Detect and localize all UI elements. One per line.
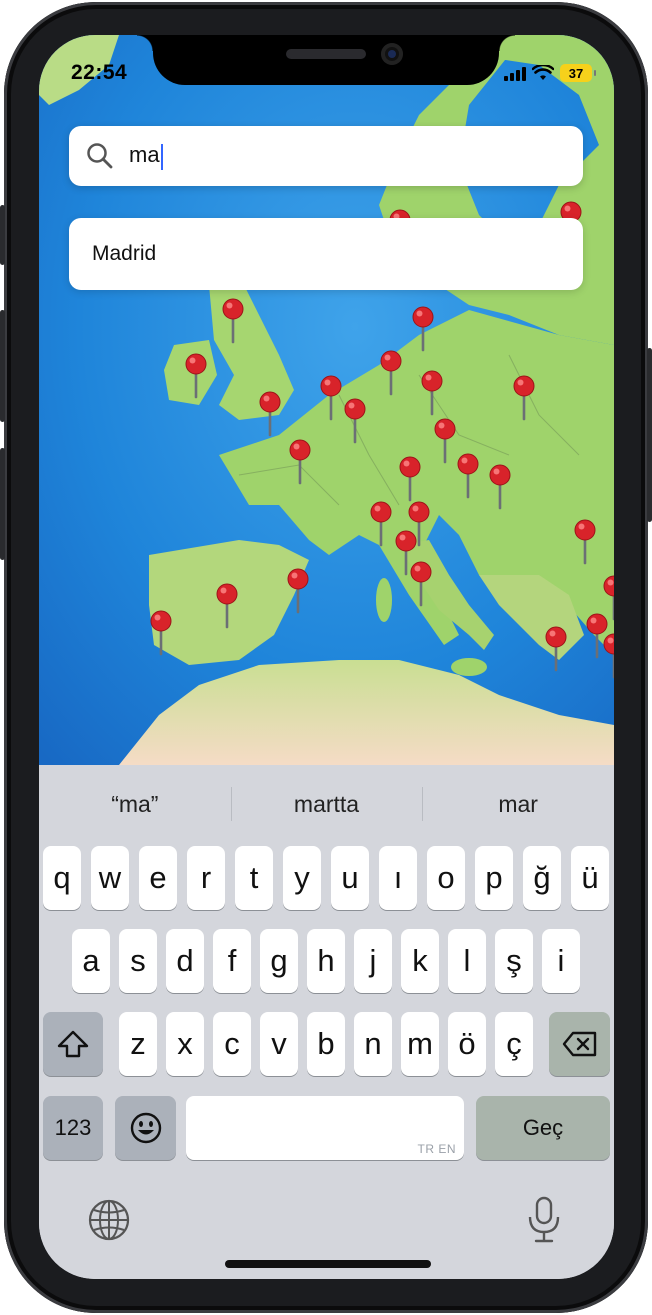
key-o[interactable]: o bbox=[427, 846, 465, 910]
key-s[interactable]: s bbox=[119, 929, 157, 993]
map-pin-icon[interactable] bbox=[319, 375, 343, 421]
numbers-key[interactable]: 123 bbox=[43, 1096, 103, 1160]
emoji-key[interactable] bbox=[115, 1096, 176, 1160]
keyboard: “ma” martta mar 123 TR EN Geç q w e r t … bbox=[39, 765, 614, 1279]
text-caret bbox=[160, 143, 163, 170]
key-w[interactable]: w bbox=[91, 846, 129, 910]
wifi-icon bbox=[532, 65, 554, 80]
volume-down-button bbox=[0, 448, 5, 560]
map-pin-icon[interactable] bbox=[433, 418, 457, 464]
key-e[interactable]: e bbox=[139, 846, 177, 910]
prediction-1[interactable]: “ma” bbox=[39, 783, 231, 825]
map-pin-icon[interactable] bbox=[409, 561, 433, 607]
map-pin-icon[interactable] bbox=[602, 633, 614, 679]
map-pin-icon[interactable] bbox=[420, 370, 444, 416]
prediction-2[interactable]: martta bbox=[230, 783, 423, 825]
map-pin-icon[interactable] bbox=[184, 353, 208, 399]
key-a[interactable]: a bbox=[72, 929, 110, 993]
map-pin-icon[interactable] bbox=[379, 350, 403, 396]
key-ş[interactable]: ş bbox=[495, 929, 533, 993]
map-pin-icon[interactable] bbox=[488, 464, 512, 510]
return-key[interactable]: Geç bbox=[476, 1096, 610, 1160]
map-pin-icon[interactable] bbox=[398, 456, 422, 502]
key-ü[interactable]: ü bbox=[571, 846, 609, 910]
key-m[interactable]: m bbox=[401, 1012, 439, 1076]
space-key[interactable]: TR EN bbox=[186, 1096, 464, 1160]
suggestion-item[interactable]: Madrid bbox=[92, 242, 156, 266]
key-n[interactable]: n bbox=[354, 1012, 392, 1076]
key-z[interactable]: z bbox=[119, 1012, 157, 1076]
front-camera bbox=[381, 43, 403, 65]
key-x[interactable]: x bbox=[166, 1012, 204, 1076]
key-k[interactable]: k bbox=[401, 929, 439, 993]
key-q[interactable]: q bbox=[43, 846, 81, 910]
prediction-3[interactable]: mar bbox=[422, 783, 614, 825]
volume-up-button bbox=[0, 310, 5, 422]
search-input[interactable]: ma bbox=[129, 142, 163, 170]
map-pin-icon[interactable] bbox=[221, 298, 245, 344]
home-indicator[interactable] bbox=[225, 1260, 431, 1268]
emoji-icon bbox=[130, 1112, 161, 1144]
shift-key[interactable] bbox=[43, 1012, 103, 1076]
search-bar[interactable]: ma bbox=[69, 126, 583, 186]
key-r[interactable]: r bbox=[187, 846, 225, 910]
key-v[interactable]: v bbox=[260, 1012, 298, 1076]
map-pin-icon[interactable] bbox=[258, 391, 282, 437]
key-j[interactable]: j bbox=[354, 929, 392, 993]
map-pin-icon[interactable] bbox=[215, 583, 239, 629]
key-ç[interactable]: ç bbox=[495, 1012, 533, 1076]
shift-icon bbox=[57, 1030, 89, 1058]
search-icon bbox=[87, 143, 113, 169]
notch bbox=[137, 35, 515, 85]
delete-key[interactable] bbox=[549, 1012, 610, 1076]
key-u[interactable]: u bbox=[331, 846, 369, 910]
key-p[interactable]: p bbox=[475, 846, 513, 910]
cellular-signal-icon bbox=[504, 66, 526, 81]
map-pin-icon[interactable] bbox=[602, 575, 614, 621]
key-d[interactable]: d bbox=[166, 929, 204, 993]
map-pin-icon[interactable] bbox=[512, 375, 536, 421]
search-input-value: ma bbox=[129, 142, 160, 168]
key-ı[interactable]: ı bbox=[379, 846, 417, 910]
key-ğ[interactable]: ğ bbox=[523, 846, 561, 910]
map-pin-icon[interactable] bbox=[149, 610, 173, 656]
map-pin-icon[interactable] bbox=[411, 306, 435, 352]
status-icons: 37 bbox=[504, 63, 596, 83]
map-pin-icon[interactable] bbox=[343, 398, 367, 444]
suggestion-list: Madrid bbox=[69, 218, 583, 290]
key-g[interactable]: g bbox=[260, 929, 298, 993]
map-pin-icon[interactable] bbox=[573, 519, 597, 565]
key-i[interactable]: i bbox=[542, 929, 580, 993]
microphone-icon[interactable] bbox=[525, 1195, 563, 1245]
key-f[interactable]: f bbox=[213, 929, 251, 993]
power-button bbox=[647, 348, 652, 522]
battery-icon: 37 bbox=[560, 64, 596, 82]
globe-icon[interactable] bbox=[87, 1198, 131, 1242]
key-b[interactable]: b bbox=[307, 1012, 345, 1076]
key-y[interactable]: y bbox=[283, 846, 321, 910]
screen: 22:54 37 ma Madrid “ma” martta mar 123 T… bbox=[39, 35, 614, 1279]
map-pin-icon[interactable] bbox=[369, 501, 393, 547]
key-l[interactable]: l bbox=[448, 929, 486, 993]
delete-icon bbox=[562, 1031, 596, 1057]
silent-switch bbox=[0, 205, 5, 265]
key-c[interactable]: c bbox=[213, 1012, 251, 1076]
earpiece-speaker bbox=[286, 49, 366, 59]
predictive-bar: “ma” martta mar bbox=[39, 783, 614, 825]
key-t[interactable]: t bbox=[235, 846, 273, 910]
key-ö[interactable]: ö bbox=[448, 1012, 486, 1076]
map-pin-icon[interactable] bbox=[544, 626, 568, 672]
language-hint: TR EN bbox=[417, 1142, 456, 1156]
land-corsica bbox=[376, 578, 392, 622]
map-pin-icon[interactable] bbox=[286, 568, 310, 614]
map-pin-icon[interactable] bbox=[288, 439, 312, 485]
land-sicily bbox=[451, 658, 487, 676]
key-h[interactable]: h bbox=[307, 929, 345, 993]
status-time: 22:54 bbox=[71, 61, 128, 84]
map-pin-icon[interactable] bbox=[456, 453, 480, 499]
